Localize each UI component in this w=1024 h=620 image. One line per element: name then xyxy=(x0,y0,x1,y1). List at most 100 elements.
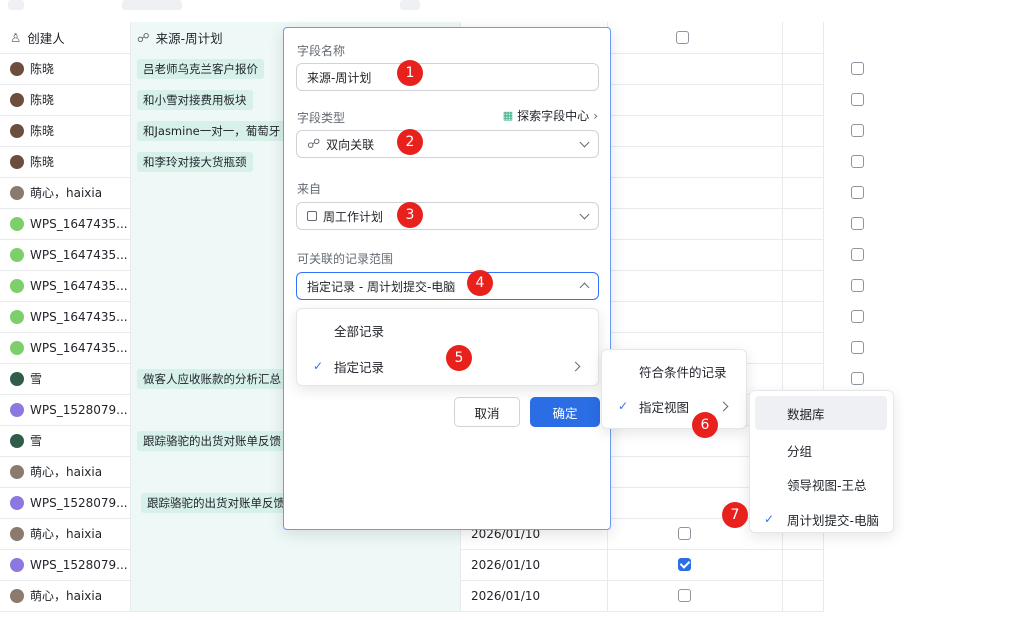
creator-cell[interactable]: 萌心，haixia xyxy=(0,456,130,487)
checkbox[interactable] xyxy=(676,31,689,44)
creator-name: 陈晓 xyxy=(30,155,55,169)
menu-item-all-records[interactable]: 全部记录 xyxy=(297,313,598,347)
field-type-select[interactable]: ☍ 双向关联 xyxy=(296,130,599,158)
creator-cell[interactable]: WPS_1647435... xyxy=(0,270,130,301)
cancel-button[interactable]: 取消 xyxy=(454,397,520,427)
source-table-select[interactable]: 周工作计划 xyxy=(296,202,599,230)
checkbox[interactable] xyxy=(678,527,691,540)
field-name-input[interactable]: 来源-周计划 xyxy=(296,63,599,91)
menu-item-leader-view[interactable]: 领导视图-王总 xyxy=(750,467,893,501)
checkbox-cell[interactable] xyxy=(607,301,864,332)
chevron-right-icon xyxy=(570,361,581,372)
creator-cell[interactable]: 陈晓 xyxy=(0,115,130,146)
checkbox[interactable] xyxy=(851,186,864,199)
table-cell[interactable] xyxy=(782,115,824,146)
record-range-select[interactable]: 指定记录 - 周计划提交-电脑 xyxy=(296,272,599,300)
explore-field-center-link[interactable]: ▦ 探索字段中心 › xyxy=(503,107,598,124)
creator-cell[interactable]: 萌心，haixia xyxy=(0,580,130,611)
checkbox-cell[interactable] xyxy=(607,270,864,301)
checkbox[interactable] xyxy=(678,558,691,571)
checkbox[interactable] xyxy=(851,93,864,106)
menu-item-label: 指定视图 xyxy=(639,399,690,415)
toolbar-chip[interactable] xyxy=(400,0,420,10)
creator-cell[interactable]: WPS_1647435... xyxy=(0,301,130,332)
checkbox[interactable] xyxy=(678,589,691,602)
menu-item-specified-view[interactable]: ✓ 指定视图 xyxy=(602,389,746,423)
table-row[interactable]: WPS_1528079... 2026/01/10 xyxy=(0,549,824,581)
checkbox[interactable] xyxy=(851,248,864,261)
creator-cell[interactable]: WPS_1528079... xyxy=(0,487,130,518)
table-cell[interactable] xyxy=(782,270,824,301)
table-cell[interactable] xyxy=(782,239,824,270)
table-cell[interactable] xyxy=(782,146,824,177)
linked-record-tag[interactable]: 吕老师乌克兰客户报价 xyxy=(137,58,264,79)
creator-cell[interactable]: WPS_1647435... xyxy=(0,332,130,363)
table-cell[interactable] xyxy=(782,301,824,332)
creator-cell[interactable]: 雪 xyxy=(0,363,130,394)
table-cell[interactable] xyxy=(782,84,824,115)
linked-record-tag[interactable]: 做客人应收账款的分析汇总 xyxy=(137,368,287,389)
creator-cell[interactable]: 萌心，haixia xyxy=(0,177,130,208)
checkbox-cell[interactable] xyxy=(607,53,864,84)
checkbox-cell[interactable] xyxy=(607,239,864,270)
linked-record-tag[interactable]: 跟踪骆驼的出货对账单反馈 xyxy=(137,430,287,451)
chevron-right-icon xyxy=(718,401,729,412)
checkbox[interactable] xyxy=(851,372,864,385)
avatar xyxy=(10,557,24,572)
checkbox[interactable] xyxy=(851,341,864,354)
creator-cell[interactable]: 萌心，haixia xyxy=(0,518,130,549)
table-cell[interactable] xyxy=(782,580,824,611)
menu-item-matching-records[interactable]: 符合条件的记录 xyxy=(602,354,746,388)
checkbox-cell[interactable] xyxy=(607,115,864,146)
creator-cell[interactable]: WPS_1647435... xyxy=(0,208,130,239)
column-header-creator[interactable]: ♙ 创建人 xyxy=(0,22,130,53)
menu-item-weekly-plan-view[interactable]: ✓ 周计划提交-电脑 xyxy=(750,502,893,536)
toolbar-chip[interactable] xyxy=(8,0,24,10)
checkbox[interactable] xyxy=(851,62,864,75)
creator-cell[interactable]: WPS_1528079... xyxy=(0,394,130,425)
checkbox-cell[interactable] xyxy=(607,549,782,580)
column-header-label: 创建人 xyxy=(27,31,65,46)
linked-record-tag[interactable]: 和Jasmine一对一，葡萄牙 xyxy=(137,120,287,141)
checkbox-cell[interactable] xyxy=(607,146,864,177)
table-cell[interactable] xyxy=(607,22,782,53)
checkbox-cell[interactable] xyxy=(607,208,864,239)
table-cell[interactable] xyxy=(782,53,824,84)
table-cell[interactable] xyxy=(782,332,824,363)
linked-record-tag[interactable]: 和李玲对接大货瓶颈 xyxy=(137,151,253,172)
menu-item-database[interactable]: 数据库 xyxy=(755,396,887,430)
table-cell[interactable] xyxy=(782,177,824,208)
creator-cell[interactable]: 陈晓 xyxy=(0,146,130,177)
field-name-value: 来源-周计划 xyxy=(307,70,372,85)
menu-item-group[interactable]: 分组 xyxy=(750,433,893,467)
toolbar-chip[interactable] xyxy=(122,0,182,10)
creator-cell[interactable]: 陈晓 xyxy=(0,53,130,84)
checkbox[interactable] xyxy=(851,155,864,168)
source-link-cell[interactable] xyxy=(130,580,460,611)
creator-name: 萌心，haixia xyxy=(30,465,103,479)
checkbox[interactable] xyxy=(851,124,864,137)
linked-record-tag[interactable]: 和小雪对接费用板块 xyxy=(137,89,253,110)
source-link-cell[interactable] xyxy=(130,549,460,580)
checkbox[interactable] xyxy=(851,279,864,292)
specified-submenu: 符合条件的记录 ✓ 指定视图 xyxy=(601,349,747,429)
confirm-button[interactable]: 确定 xyxy=(530,397,600,427)
creator-cell[interactable]: WPS_1647435... xyxy=(0,239,130,270)
checkbox-cell[interactable] xyxy=(607,580,782,611)
menu-item-label: 周计划提交-电脑 xyxy=(787,512,880,528)
date-cell[interactable]: 2026/01/10 xyxy=(460,549,607,580)
checkbox[interactable] xyxy=(851,217,864,230)
creator-cell[interactable]: 陈晓 xyxy=(0,84,130,115)
creator-cell[interactable]: 雪 xyxy=(0,425,130,456)
checkbox[interactable] xyxy=(851,310,864,323)
table-cell[interactable] xyxy=(782,22,824,53)
table-cell[interactable] xyxy=(782,208,824,239)
creator-cell[interactable]: WPS_1528079... xyxy=(0,549,130,580)
creator-name: WPS_1528079... xyxy=(30,402,128,417)
table-cell[interactable] xyxy=(782,549,824,580)
table-row[interactable]: 萌心，haixia 2026/01/10 xyxy=(0,580,824,612)
checkbox-cell[interactable] xyxy=(607,84,864,115)
date-cell[interactable]: 2026/01/10 xyxy=(460,580,607,611)
creator-name: 陈晓 xyxy=(30,93,55,107)
checkbox-cell[interactable] xyxy=(607,177,864,208)
